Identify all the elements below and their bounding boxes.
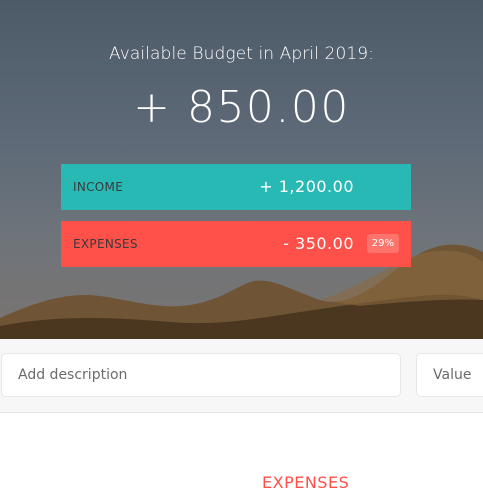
expenses-summary: EXPENSES - 350.00 29% <box>61 221 411 267</box>
expenses-percentage-badge: 29% <box>366 234 399 253</box>
description-input[interactable] <box>1 353 401 397</box>
budget-hero: Available Budget in April 2019: + 850.00… <box>0 0 483 339</box>
expenses-label: EXPENSES <box>73 237 138 251</box>
income-label: INCOME <box>73 180 124 194</box>
income-amount: + 1,200.00 <box>259 177 354 196</box>
expenses-amount: - 350.00 <box>283 234 354 253</box>
expenses-list-title: EXPENSES <box>262 473 350 492</box>
value-input[interactable] <box>416 353 483 397</box>
add-entry-bar <box>0 339 483 413</box>
budget-total: + 850.00 <box>133 82 350 133</box>
income-summary: INCOME + 1,200.00 <box>61 164 411 210</box>
budget-title: Available Budget in April 2019: <box>108 44 375 64</box>
